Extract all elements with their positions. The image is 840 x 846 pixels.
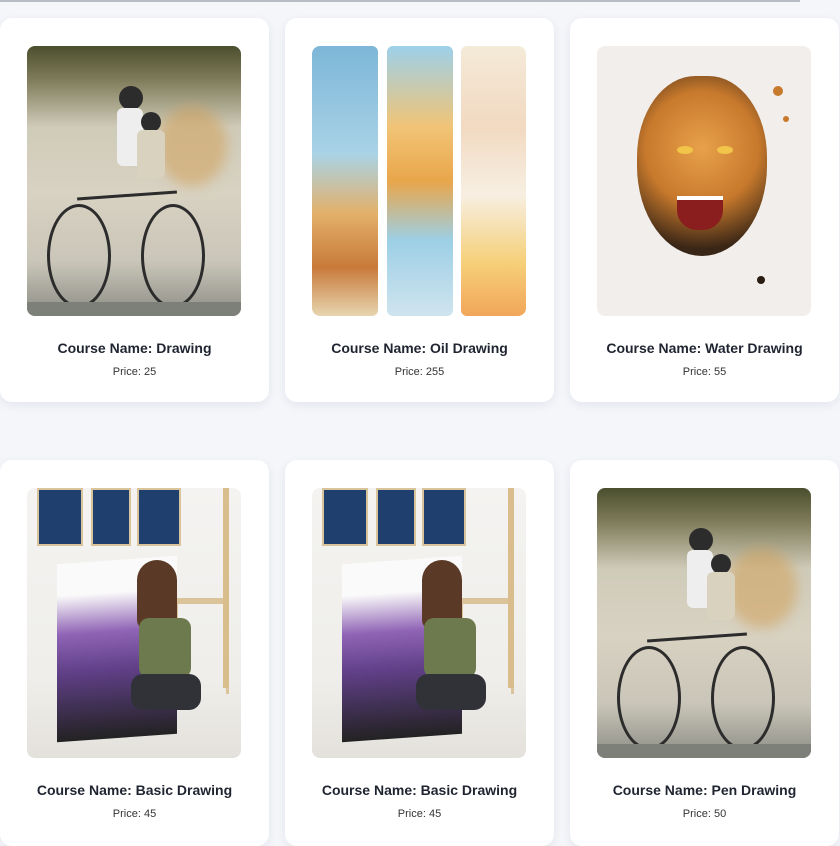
course-image [312,488,526,758]
course-price: Price: 255 [394,366,445,378]
course-card[interactable]: Course Name: Basic Drawing Price: 45 [285,460,554,846]
course-name: Course Name: Pen Drawing [612,782,797,798]
course-card[interactable]: Course Name: Water Drawing Price: 55 [570,18,839,402]
course-name: Course Name: Basic Drawing [36,782,233,798]
course-image [597,46,811,316]
course-name: Course Name: Oil Drawing [331,340,508,356]
course-name: Course Name: Drawing [57,340,212,356]
course-card[interactable]: Course Name: Basic Drawing Price: 45 [0,460,269,846]
course-name: Course Name: Basic Drawing [321,782,518,798]
course-card[interactable]: Course Name: Drawing Price: 25 [0,18,269,402]
course-name: Course Name: Water Drawing [606,340,803,356]
course-image [597,488,811,758]
course-price: Price: 45 [112,808,157,820]
top-divider [0,0,800,2]
course-price: Price: 45 [397,808,442,820]
course-image [27,46,241,316]
course-image [312,46,526,316]
course-card[interactable]: Course Name: Pen Drawing Price: 50 [570,460,839,846]
course-price: Price: 55 [682,366,727,378]
course-price: Price: 50 [682,808,727,820]
course-card[interactable]: Course Name: Oil Drawing Price: 255 [285,18,554,402]
course-image [27,488,241,758]
course-price: Price: 25 [112,366,157,378]
